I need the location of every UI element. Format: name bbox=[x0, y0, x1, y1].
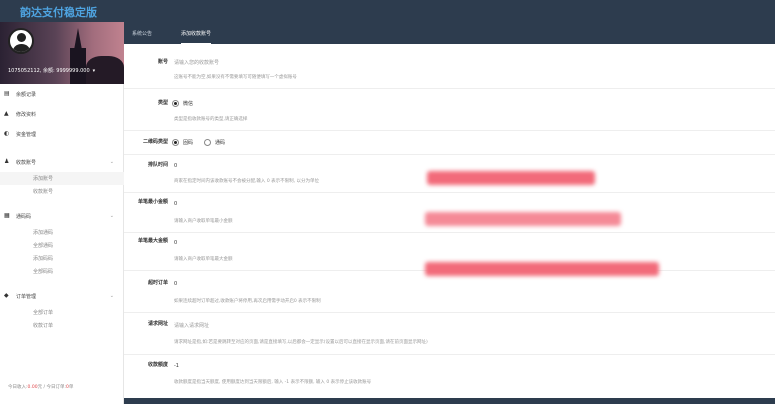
redaction-mark bbox=[427, 171, 595, 185]
sidebar-subitem-add-account[interactable]: 添加账号 bbox=[0, 172, 124, 185]
timeout-orders-label: 超时订单 bbox=[147, 280, 168, 286]
sidebar-item-balance[interactable]: ▤ 余额记录 bbox=[0, 84, 124, 104]
chevron-down-icon[interactable]: ⌄ bbox=[110, 159, 114, 165]
redaction-mark bbox=[425, 212, 621, 226]
today-stats: 今日收入:0.00元 / 今日订单:0单 bbox=[8, 385, 74, 390]
list-icon: ▤ bbox=[4, 90, 10, 97]
timeout-orders-hint: 如果连续超时订单超过,收款账户将停用,再次启用需手动开启0 表示不限制 bbox=[174, 299, 321, 304]
daily-limit-hint: 收款额度是指当天额度, 使用额度达到当天限额后, 输入 -1 表示不限额, 输入… bbox=[174, 380, 372, 385]
banner-church-spire bbox=[74, 28, 82, 50]
sidebar-item-profile[interactable]: ▲ 修改资料 bbox=[0, 104, 124, 124]
min-amount-label: 单笔最小金额 bbox=[137, 199, 168, 205]
radio-checked-icon bbox=[172, 100, 179, 107]
user-icon: ▲ bbox=[4, 110, 9, 117]
sidebar-item-label: 资金管理 bbox=[16, 131, 37, 138]
min-amount-input[interactable]: 0 bbox=[172, 197, 452, 211]
tab-bar: 系统公告 添加收款账号 bbox=[124, 22, 775, 45]
min-amount-hint: 请输入商户收取单笔最小金额 bbox=[174, 219, 233, 224]
timeout-orders-input[interactable]: 0 bbox=[172, 277, 452, 291]
remark-label: 请求网址 bbox=[147, 321, 168, 327]
qr-type-radio-universal[interactable]: 通码 bbox=[204, 139, 225, 146]
type-label: 类型 bbox=[157, 100, 168, 106]
type-hint: 类型是指收款账号的类型,请正确选择 bbox=[174, 117, 248, 122]
daily-limit-input[interactable]: -1 bbox=[172, 359, 452, 373]
rest-time-hint: 商家在指定时间内该收款账号不会被分配,输入 0 表示不限制, 以分为单位 bbox=[174, 179, 320, 184]
add-account-form: 账号 请输入您的收款账号 这账号不能为空,如果没有不需要填写可随便填写一个虚拟账… bbox=[124, 44, 775, 404]
tab-add-account[interactable]: 添加收款账号 bbox=[181, 30, 212, 45]
wallet-icon: ◐ bbox=[4, 130, 10, 137]
radio-unchecked-icon bbox=[204, 139, 211, 146]
avatar[interactable] bbox=[8, 28, 34, 54]
sidebar-item-funds[interactable]: ◐ 资金管理 bbox=[0, 124, 124, 144]
sidebar-nav: ▤ 余额记录 ▲ 修改资料 ◐ 资金管理 ♟ 收款账号 ⌄ 添加账号 收款账号 … bbox=[0, 84, 124, 332]
sidebar-subitem-all-codes[interactable]: 全部通码 bbox=[0, 239, 124, 252]
grid-icon: ▦ bbox=[4, 212, 10, 219]
radio-checked-icon bbox=[172, 139, 179, 146]
sidebar-subitem-add-qr[interactable]: 添加码码 bbox=[0, 252, 124, 265]
app-title[interactable]: 韵达支付稳定版 bbox=[20, 4, 97, 20]
daily-limit-label: 收款额度 bbox=[147, 362, 168, 368]
sidebar-item-label: 修改资料 bbox=[16, 111, 37, 118]
max-amount-hint: 请输入商户收取单笔最大金额 bbox=[174, 257, 233, 262]
sidebar-item-label: 收款账号 bbox=[16, 159, 37, 166]
chevron-down-icon[interactable]: ⌄ bbox=[110, 213, 114, 219]
remark-hint: 请求网址是指,如:若是要跳转至对应的页面,请是直接填写,以后都会一定显示(设置以… bbox=[174, 340, 428, 345]
account-balance[interactable]: 1075052112, 余额: 9999999.000 ▾ bbox=[8, 67, 95, 74]
order-icon: ◆ bbox=[4, 292, 9, 299]
sidebar-item-label: 余额记录 bbox=[16, 91, 37, 98]
top-bar: 韵达支付稳定版 bbox=[0, 0, 775, 22]
chevron-down-icon[interactable]: ▾ bbox=[93, 68, 96, 74]
sidebar-subitem-all-qr[interactable]: 全部码码 bbox=[0, 265, 124, 278]
today-income: 0.00 bbox=[27, 385, 38, 390]
qr-type-radio-fixed[interactable]: 固码 bbox=[172, 139, 193, 146]
sidebar-subitem-accounts[interactable]: 收款账号 bbox=[0, 185, 124, 198]
qr-type-label: 二维码类型 bbox=[142, 139, 168, 145]
banner-church-tower bbox=[70, 48, 86, 84]
sidebar-item-label: 通码码 bbox=[16, 213, 32, 220]
tab-announcements[interactable]: 系统公告 bbox=[132, 30, 152, 37]
sidebar-item-accounts[interactable]: ♟ 收款账号 ⌄ bbox=[0, 152, 124, 172]
max-amount-input[interactable]: 0 bbox=[172, 236, 452, 250]
account-input[interactable]: 请输入您的收款账号 bbox=[172, 55, 472, 69]
users-icon: ♟ bbox=[4, 158, 10, 165]
type-radio-wechat[interactable]: 微信 bbox=[172, 100, 193, 107]
chevron-down-icon[interactable]: ⌄ bbox=[110, 293, 114, 299]
rest-time-input[interactable]: 0 bbox=[172, 159, 452, 173]
sidebar: 1075052112, 余额: 9999999.000 ▾ ▤ 余额记录 ▲ 修改… bbox=[0, 22, 124, 404]
sidebar-item-codes[interactable]: ▦ 通码码 ⌄ bbox=[0, 206, 124, 226]
redaction-mark bbox=[425, 262, 659, 276]
remark-input[interactable]: 请输入请求网址 bbox=[172, 318, 472, 332]
rest-time-label: 排队时间 bbox=[147, 162, 168, 168]
sidebar-item-label: 订单管理 bbox=[16, 293, 37, 300]
account-label: 账号 bbox=[157, 59, 168, 65]
profile-banner: 1075052112, 余额: 9999999.000 ▾ bbox=[0, 22, 124, 84]
max-amount-label: 单笔最大金额 bbox=[137, 238, 168, 244]
sidebar-subitem-paid-orders[interactable]: 收款订单 bbox=[0, 319, 124, 332]
account-hint: 这账号不能为空,如果没有不需要填写可随便填写一个虚拟账号 bbox=[174, 75, 297, 80]
footer-bar bbox=[124, 398, 775, 404]
sidebar-subitem-add-code[interactable]: 添加通码 bbox=[0, 226, 124, 239]
sidebar-subitem-all-orders[interactable]: 全部订单 bbox=[0, 306, 124, 319]
sidebar-item-orders[interactable]: ◆ 订单管理 ⌄ bbox=[0, 286, 124, 306]
